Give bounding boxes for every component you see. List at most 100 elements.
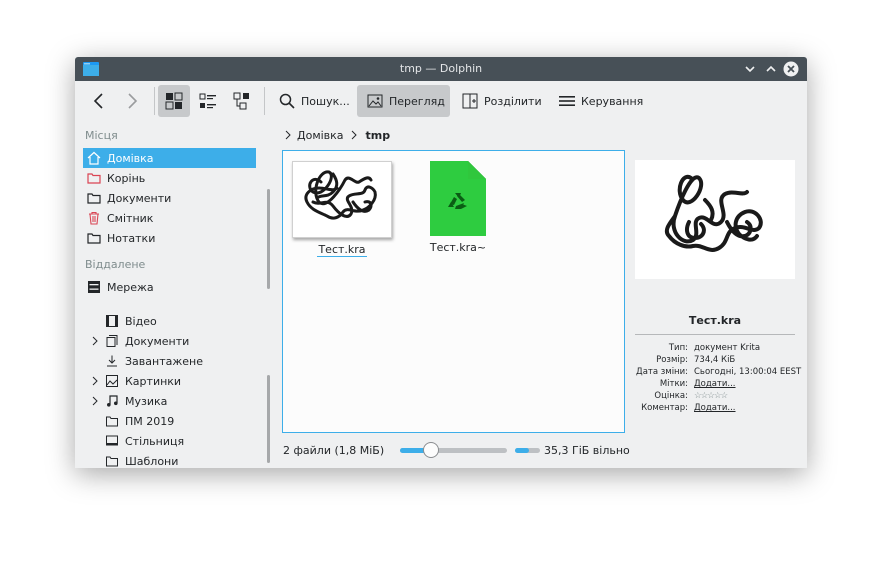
control-label: Керування [581, 94, 644, 108]
tree-item-pm2019[interactable]: ПМ 2019 [89, 411, 259, 431]
place-network[interactable]: Мережа [83, 277, 256, 297]
info-key: Розмір: [656, 355, 688, 365]
breadcrumb-home[interactable]: Домівка [297, 129, 344, 142]
tree-item-label: Музика [125, 394, 168, 408]
pictures-icon [105, 374, 119, 388]
chevron-right-icon[interactable] [89, 375, 101, 387]
maximize-icon[interactable] [763, 61, 779, 77]
info-key: Дата зміни: [636, 367, 688, 377]
place-root[interactable]: Корінь [83, 168, 256, 188]
place-notes[interactable]: Нотатки [83, 228, 256, 248]
back-button[interactable] [87, 85, 111, 117]
icons-view-icon [165, 92, 183, 110]
search-button[interactable]: Пошук... [273, 85, 359, 117]
arrow-right-icon [128, 93, 138, 109]
tree-item-templates[interactable]: Шаблони [89, 451, 259, 468]
forward-button[interactable] [120, 85, 144, 117]
file-name: Тест.kra [317, 243, 367, 257]
disk-usage-bar [515, 448, 540, 453]
backup-file-icon [430, 161, 486, 236]
control-menu-button[interactable]: Керування [559, 85, 649, 117]
window-title: tmp — Dolphin [399, 62, 483, 75]
desktop-icon [105, 434, 119, 448]
network-icon [87, 280, 101, 294]
add-comment-link[interactable]: Додати... [694, 403, 736, 413]
info-key: Мітки: [659, 379, 688, 389]
tree-item-music[interactable]: Музика [89, 391, 259, 411]
minimize-icon[interactable] [742, 61, 758, 77]
kra-thumbnail [292, 161, 392, 238]
info-divider [635, 334, 795, 335]
tree-item-video[interactable]: Відео [89, 311, 259, 331]
tree-item-pictures[interactable]: Картинки [89, 371, 259, 391]
tree-item-label: Завантажене [125, 354, 203, 368]
info-key: Коментар: [641, 403, 688, 413]
place-home[interactable]: Домівка [83, 148, 256, 168]
search-label: Пошук... [301, 94, 350, 108]
download-icon [105, 354, 119, 368]
home-icon [87, 151, 101, 165]
preview-image [635, 160, 795, 279]
tree-item-label: ПМ 2019 [125, 414, 175, 428]
info-key: Оцінка: [654, 391, 688, 401]
place-label: Корінь [107, 171, 146, 185]
folder-icon [87, 191, 101, 205]
compact-view-icon [199, 93, 216, 109]
close-icon[interactable] [783, 61, 799, 77]
file-item[interactable]: Тест.kra~ [403, 161, 513, 254]
toolbar-separator [264, 87, 265, 115]
place-documents[interactable]: Документи [83, 188, 256, 208]
place-label: Домівка [107, 151, 154, 165]
breadcrumb: Домівка tmp [283, 127, 390, 143]
tree-item-documents[interactable]: Документи [89, 331, 259, 351]
search-icon [279, 93, 295, 109]
breadcrumb-current[interactable]: tmp [366, 129, 391, 142]
info-row-size: Розмір: 734,4 КіБ [633, 355, 803, 367]
toolbar: Пошук... Перегляд Розділити Керування [75, 81, 807, 121]
status-bar: 2 файли (1,8 МіБ) 35,3 ГіБ вільно [283, 442, 803, 460]
place-label: Мережа [107, 280, 154, 294]
file-view[interactable]: Тест.kra Тест.kra~ [282, 150, 625, 433]
info-value: документ Krita [694, 343, 761, 353]
rating-stars[interactable]: ☆☆☆☆☆ [694, 391, 728, 401]
zoom-slider-handle[interactable] [423, 442, 439, 458]
info-value: 734,4 КіБ [694, 355, 736, 365]
tree-scrollbar[interactable] [267, 375, 270, 463]
add-tags-link[interactable]: Додати... [694, 379, 736, 389]
tree-view-icon [233, 92, 249, 110]
toolbar-separator [154, 87, 155, 115]
info-row-type: Тип: документ Krita [633, 343, 803, 355]
tree-item-label: Шаблони [125, 454, 179, 468]
tree-item-label: Картинки [125, 374, 182, 388]
folder-icon [105, 454, 119, 468]
file-item[interactable]: Тест.kra [287, 161, 397, 257]
preview-filename: Тест.kra [688, 314, 742, 327]
music-icon [105, 394, 119, 408]
chevron-right-icon[interactable] [89, 395, 101, 407]
tree-item-label: Стільниця [125, 434, 185, 448]
title-bar[interactable]: tmp — Dolphin [75, 57, 807, 81]
place-trash[interactable]: Смітник [83, 208, 256, 228]
file-name: Тест.kra~ [429, 241, 487, 254]
place-label: Смітник [107, 211, 154, 225]
icons-view-button[interactable] [158, 85, 190, 117]
info-row-modified: Дата зміни: Сьогодні, 13:00:04 EEST [633, 367, 803, 379]
split-view-icon [462, 93, 478, 109]
compact-view-button[interactable] [192, 85, 224, 117]
chevron-right-icon[interactable] [89, 335, 101, 347]
places-sidebar: Місця Домівка Корінь Документи Смітник Н… [75, 121, 274, 468]
info-row-comment: Коментар: Додати... [633, 403, 803, 415]
file-count-label: 2 файли (1,8 МіБ) [283, 444, 385, 457]
places-scrollbar[interactable] [267, 189, 270, 289]
tree-item-downloads[interactable]: Завантажене [89, 351, 259, 371]
preview-label: Перегляд [389, 94, 445, 108]
split-button[interactable]: Розділити [462, 85, 552, 117]
split-label: Розділити [484, 94, 542, 108]
arrow-left-icon [93, 93, 103, 109]
hamburger-menu-icon [559, 96, 575, 106]
zoom-slider[interactable] [400, 442, 507, 458]
tree-item-desktop[interactable]: Стільниця [89, 431, 259, 451]
dolphin-window: tmp — Dolphin Пошук... Перегляд Розділит… [75, 57, 807, 468]
details-view-button[interactable] [226, 85, 258, 117]
preview-button[interactable]: Перегляд [357, 85, 450, 117]
